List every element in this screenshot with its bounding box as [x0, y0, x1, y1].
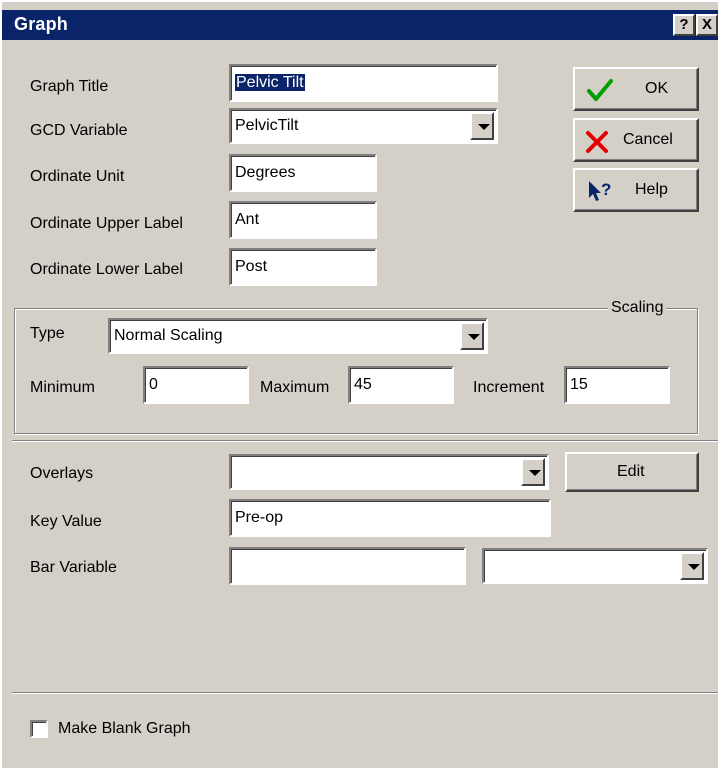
ordinate-unit-label: Ordinate Unit — [30, 168, 125, 185]
ok-button[interactable]: OK — [573, 67, 699, 111]
make-blank-graph-label[interactable]: Make Blank Graph — [58, 719, 191, 739]
ok-button-label: OK — [645, 80, 669, 97]
graph-title-label: Graph Title — [30, 78, 109, 95]
minimum-label: Minimum — [30, 379, 95, 396]
edit-button[interactable]: Edit — [565, 452, 699, 492]
ordinate-lower-label-input[interactable]: Post — [229, 248, 377, 286]
gcd-variable-value: PelvicTilt — [235, 117, 299, 134]
title-help-button[interactable]: ? — [673, 14, 695, 36]
checkmark-icon — [587, 79, 613, 101]
bar-variable-input[interactable] — [229, 547, 466, 585]
increment-value: 15 — [570, 376, 588, 393]
ordinate-unit-value: Degrees — [235, 164, 296, 181]
edit-button-label: Edit — [617, 463, 645, 480]
ordinate-upper-label-input[interactable]: Ant — [229, 201, 377, 239]
ordinate-unit-input[interactable]: Degrees — [229, 154, 377, 192]
maximum-label: Maximum — [260, 379, 330, 396]
graph-title-input[interactable]: Pelvic Tilt — [229, 64, 498, 102]
graph-title-value: Pelvic Tilt — [235, 74, 305, 91]
bar-variable-select[interactable] — [482, 548, 708, 584]
help-pointer-icon: ? — [589, 180, 611, 201]
cancel-button[interactable]: Cancel — [573, 118, 699, 162]
ordinate-upper-label-value: Ant — [235, 211, 260, 228]
chevron-down-icon[interactable] — [460, 322, 484, 350]
overlays-label: Overlays — [30, 465, 94, 482]
title-bar[interactable]: Graph ? X — [2, 10, 718, 40]
chevron-down-icon[interactable] — [470, 112, 494, 140]
question-mark-icon: ? — [679, 16, 689, 33]
ordinate-lower-label-label: Ordinate Lower Label — [30, 261, 183, 278]
chevron-down-icon[interactable] — [521, 458, 545, 486]
key-value-value: Pre-op — [235, 509, 284, 526]
help-button[interactable]: ? Help — [573, 168, 699, 212]
scaling-caption: Scaling — [608, 298, 667, 318]
scaling-type-label: Type — [30, 325, 65, 342]
gcd-variable-label: GCD Variable — [30, 122, 128, 139]
x-icon — [586, 131, 608, 153]
bar-variable-label: Bar Variable — [30, 559, 117, 576]
window-title: Graph — [14, 14, 69, 34]
make-blank-graph-checkbox[interactable] — [30, 720, 48, 738]
increment-input[interactable]: 15 — [564, 366, 670, 404]
key-value-label: Key Value — [30, 513, 102, 530]
section-divider — [12, 440, 718, 442]
close-icon: X — [701, 16, 712, 33]
scaling-type-select[interactable]: Normal Scaling — [108, 318, 488, 354]
maximum-input[interactable]: 45 — [348, 366, 454, 404]
title-close-button[interactable]: X — [696, 14, 718, 36]
graph-dialog: Graph ? X Graph Title Pelvic Tilt GCD Va… — [0, 0, 718, 768]
help-button-label: Help — [635, 181, 668, 198]
gcd-variable-select[interactable]: PelvicTilt — [229, 108, 498, 144]
overlays-select[interactable] — [229, 454, 549, 490]
svg-text:?: ? — [601, 180, 611, 199]
minimum-value: 0 — [149, 376, 158, 393]
scaling-type-value: Normal Scaling — [114, 327, 223, 344]
ordinate-upper-label-label: Ordinate Upper Label — [30, 215, 183, 232]
minimum-input[interactable]: 0 — [143, 366, 249, 404]
key-value-input[interactable]: Pre-op — [229, 499, 551, 537]
ordinate-lower-label-value: Post — [235, 258, 268, 275]
cancel-button-label: Cancel — [623, 131, 673, 148]
chevron-down-icon[interactable] — [680, 552, 704, 580]
bottom-divider — [12, 692, 718, 694]
maximum-value: 45 — [354, 376, 372, 393]
increment-label: Increment — [473, 379, 545, 396]
